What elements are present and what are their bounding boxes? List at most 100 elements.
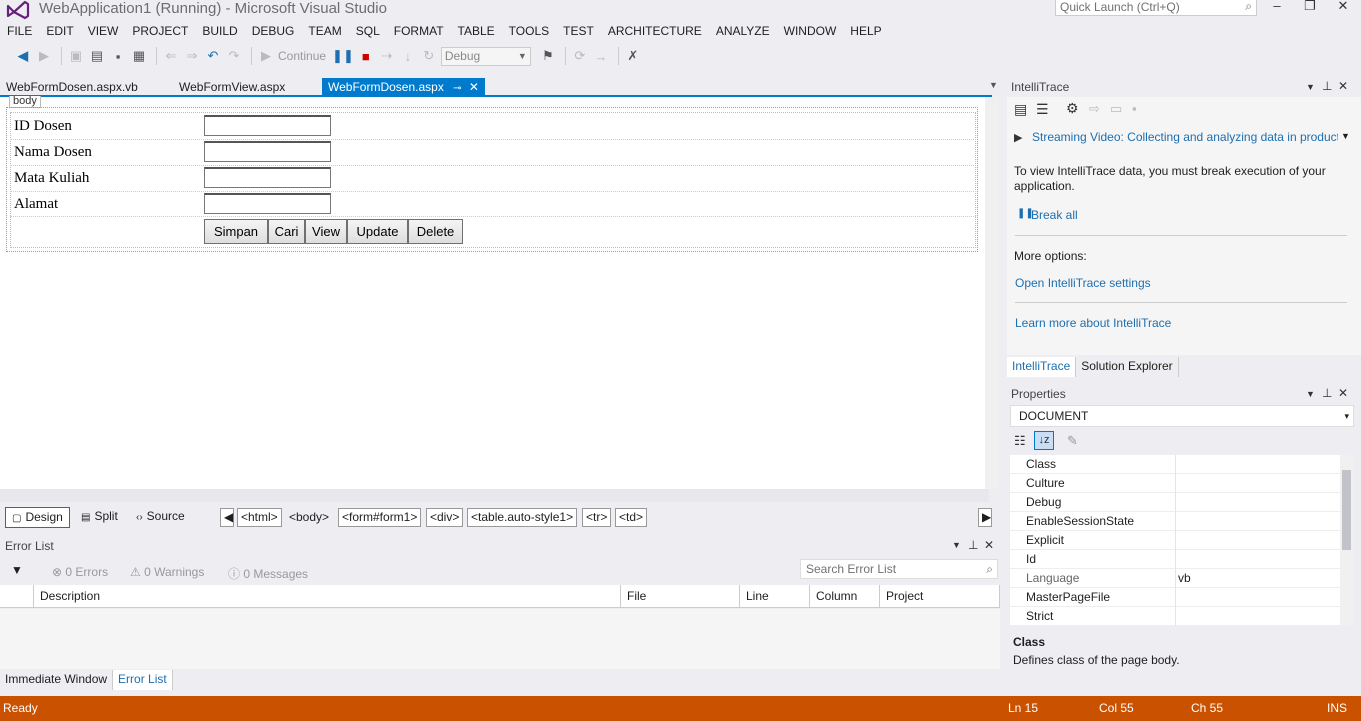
menu-format[interactable]: FORMAT bbox=[387, 22, 451, 40]
property-row[interactable]: Class bbox=[1010, 455, 1340, 474]
messages-filter-button[interactable]: ⓘ 0 Messages bbox=[228, 565, 308, 582]
property-row[interactable]: Language vb bbox=[1010, 569, 1340, 588]
close-tab-icon[interactable]: ✕ bbox=[469, 80, 479, 94]
menu-view[interactable]: VIEW bbox=[81, 22, 126, 40]
menu-architecture[interactable]: ARCHITECTURE bbox=[601, 22, 709, 40]
close-pane-icon[interactable]: ✕ bbox=[1338, 79, 1348, 93]
warnings-filter-button[interactable]: ⚠ 0 Warnings bbox=[130, 565, 204, 579]
id-dosen-input[interactable] bbox=[204, 115, 331, 136]
window-position-icon[interactable]: ▼ bbox=[1306, 82, 1315, 92]
browser-link-icon[interactable]: ⟳ bbox=[571, 45, 589, 67]
calls-view-icon[interactable]: ▤ bbox=[1014, 101, 1027, 118]
tab-solution-explorer[interactable]: Solution Explorer bbox=[1076, 357, 1179, 377]
new-project-icon[interactable]: ▣ bbox=[67, 45, 85, 67]
property-row[interactable]: Explicit bbox=[1010, 531, 1340, 550]
column-file[interactable]: File bbox=[621, 585, 740, 608]
column-column[interactable]: Column bbox=[810, 585, 880, 608]
design-view-button[interactable]: ▢ Design bbox=[5, 507, 70, 528]
property-row[interactable]: Debug bbox=[1010, 493, 1340, 512]
minimize-button[interactable]: ‒ bbox=[1264, 0, 1290, 14]
redo-icon[interactable]: ↷ bbox=[225, 45, 243, 67]
navigate-back-icon[interactable]: ◀ bbox=[14, 45, 32, 67]
mata-kuliah-input[interactable] bbox=[204, 167, 331, 188]
menu-window[interactable]: WINDOW bbox=[777, 22, 844, 40]
tab-list-dropdown-icon[interactable]: ▼ bbox=[989, 80, 998, 90]
comment-icon[interactable]: ⇐ bbox=[162, 45, 180, 67]
menu-file[interactable]: FILE bbox=[0, 22, 39, 40]
menu-debug[interactable]: DEBUG bbox=[245, 22, 302, 40]
pin-icon[interactable]: ⊥ bbox=[1322, 386, 1332, 400]
next-bookmark-icon[interactable]: → bbox=[592, 45, 610, 67]
undo-icon[interactable]: ↶ bbox=[204, 45, 222, 67]
alamat-input[interactable] bbox=[204, 193, 331, 214]
delete-button[interactable]: Delete bbox=[408, 219, 463, 244]
learn-more-link[interactable]: Learn more about IntelliTrace bbox=[1015, 316, 1171, 330]
menu-help[interactable]: HELP bbox=[843, 22, 888, 40]
property-value[interactable]: vb bbox=[1178, 571, 1191, 585]
events-view-icon[interactable]: ☰ bbox=[1036, 101, 1049, 118]
property-row[interactable]: EnableSessionState bbox=[1010, 512, 1340, 531]
property-row[interactable]: Culture bbox=[1010, 474, 1340, 493]
property-row[interactable]: Id bbox=[1010, 550, 1340, 569]
breadcrumb-body[interactable]: <body> bbox=[285, 508, 333, 527]
show-next-statement-icon[interactable]: ⇢ bbox=[378, 45, 396, 67]
tab-immediate-window[interactable]: Immediate Window bbox=[0, 670, 114, 690]
forward-icon[interactable]: ⇨ bbox=[1089, 101, 1100, 117]
cari-button[interactable]: Cari bbox=[268, 219, 305, 244]
close-pane-icon[interactable]: ✕ bbox=[984, 538, 994, 552]
property-pages-icon[interactable]: ✎ bbox=[1067, 433, 1078, 449]
alphabetical-icon[interactable]: ↓z bbox=[1034, 431, 1054, 450]
property-row[interactable]: Strict bbox=[1010, 607, 1340, 626]
breadcrumb-table[interactable]: <table.auto-style1> bbox=[467, 508, 578, 527]
close-pane-icon[interactable]: ✕ bbox=[1338, 386, 1348, 400]
column-project[interactable]: Project bbox=[880, 585, 1000, 608]
column-line[interactable]: Line bbox=[740, 585, 810, 608]
gear-icon[interactable]: ⚙ bbox=[1066, 100, 1079, 117]
categorized-icon[interactable]: ☷ bbox=[1014, 433, 1026, 449]
stop-debugging-icon[interactable]: ■ bbox=[357, 45, 375, 67]
menu-tools[interactable]: TOOLS bbox=[502, 22, 556, 40]
pin-icon[interactable]: ⊥ bbox=[968, 538, 978, 552]
menu-build[interactable]: BUILD bbox=[195, 22, 244, 40]
view-button[interactable]: View bbox=[305, 219, 347, 244]
tab-webformdosen-aspx[interactable]: WebFormDosen.aspx ⊸ ✕ bbox=[322, 78, 485, 96]
column-description[interactable]: Description bbox=[34, 585, 621, 608]
window-position-icon[interactable]: ▼ bbox=[952, 540, 961, 550]
continue-icon[interactable]: ▶ bbox=[257, 45, 275, 67]
breadcrumb-div[interactable]: <div> bbox=[426, 508, 464, 527]
close-button[interactable]: ✕ bbox=[1330, 0, 1356, 14]
toggle-breakpoint-icon[interactable]: ✗ bbox=[624, 45, 642, 67]
step-into-icon[interactable]: ↓ bbox=[399, 45, 417, 67]
tab-webformview-aspx[interactable]: WebFormView.aspx bbox=[173, 78, 291, 96]
property-row[interactable]: MasterPageFile bbox=[1010, 588, 1340, 607]
continue-button[interactable]: Continue bbox=[278, 49, 326, 63]
navigate-forward-icon[interactable]: ▶ bbox=[35, 45, 53, 67]
source-view-button[interactable]: ‹› Source bbox=[130, 507, 191, 528]
pin-icon[interactable]: ⊥ bbox=[1322, 79, 1332, 93]
menu-edit[interactable]: EDIT bbox=[39, 22, 80, 40]
breadcrumb-right-arrow-icon[interactable]: ▶ bbox=[978, 508, 992, 527]
streaming-video-link[interactable]: Streaming Video: Collecting and analyzin… bbox=[1032, 130, 1338, 144]
errors-filter-button[interactable]: ⊗ 0 Errors bbox=[52, 565, 108, 579]
simpan-button[interactable]: Simpan bbox=[204, 219, 268, 244]
breadcrumb-html[interactable]: <html> bbox=[237, 508, 282, 527]
tab-intellitrace[interactable]: IntelliTrace bbox=[1007, 357, 1077, 377]
update-button[interactable]: Update bbox=[347, 219, 408, 244]
breadcrumb-form[interactable]: <form#form1> bbox=[338, 508, 422, 527]
menu-test[interactable]: TEST bbox=[556, 22, 601, 40]
nama-dosen-input[interactable] bbox=[204, 141, 331, 162]
window-position-icon[interactable]: ▼ bbox=[1306, 389, 1315, 399]
quick-launch-input[interactable]: Quick Launch (Ctrl+Q) ⌕ bbox=[1055, 0, 1257, 16]
designer-horizontal-scrollbar[interactable] bbox=[0, 489, 989, 502]
tab-error-list[interactable]: Error List bbox=[113, 670, 173, 690]
menu-project[interactable]: PROJECT bbox=[125, 22, 195, 40]
save-all-icon[interactable]: ▦ bbox=[130, 45, 148, 67]
filter-icon[interactable]: ▼ bbox=[11, 563, 23, 577]
designer-vertical-scrollbar[interactable] bbox=[985, 97, 999, 489]
pin-icon[interactable]: ⊸ bbox=[453, 83, 461, 94]
split-view-button[interactable]: ▤ Split bbox=[75, 507, 124, 528]
intellitrace-settings-link[interactable]: Open IntelliTrace settings bbox=[1015, 276, 1151, 290]
breadcrumb-tr[interactable]: <tr> bbox=[582, 508, 612, 527]
break-all-icon[interactable]: ❚❚ bbox=[332, 45, 354, 67]
attach-process-icon[interactable]: ⚑ bbox=[539, 45, 557, 67]
